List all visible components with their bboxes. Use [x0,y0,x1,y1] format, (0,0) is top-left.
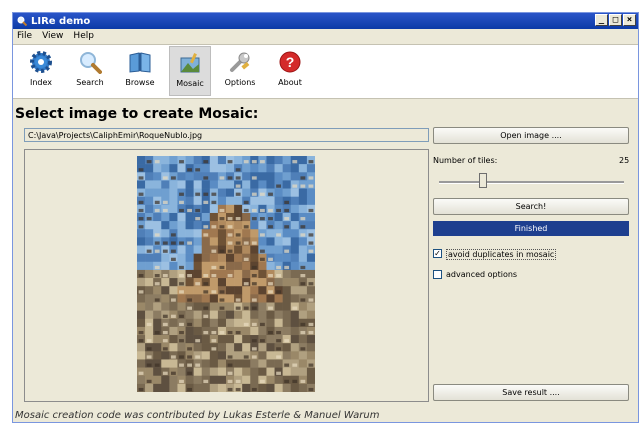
mosaic-image [137,156,315,392]
save-result-button[interactable]: Save result .... [433,384,629,401]
menu-file[interactable]: File [17,31,32,41]
progress-bar: Finished [433,221,629,236]
toolbar-browse-label: Browse [125,78,155,87]
avoid-duplicates-label[interactable]: avoid duplicates in mosaic [446,249,557,260]
image-path-field[interactable]: C:\Java\Projects\CaliphEmir\RoqueNublo.j… [24,128,429,142]
tiles-slider-track[interactable] [439,181,624,184]
gear-icon [30,51,52,73]
toolbar-mosaic-label: Mosaic [176,79,204,88]
menu-help[interactable]: Help [73,31,94,41]
tiles-label: Number of tiles: [433,156,498,165]
toolbar-options-label: Options [224,78,256,87]
help-icon: ? [279,51,301,73]
toolbar: Index Search Browse Mosaic Options ? Abo… [13,44,638,99]
mosaic-icon [180,53,200,73]
toolbar-about-button[interactable]: ? About [269,46,311,96]
toolbar-search-button[interactable]: Search [69,46,111,96]
minimize-button[interactable]: _ [595,14,608,26]
wrench-icon [230,52,250,72]
avoid-duplicates-checkbox[interactable]: ✓ [433,249,442,258]
svg-text:?: ? [286,54,295,70]
image-preview-panel [24,149,429,402]
window-title: LIRe demo [31,15,91,27]
toolbar-index-button[interactable]: Index [20,46,62,96]
advanced-options-label[interactable]: advanced options [446,270,517,279]
menu-view[interactable]: View [42,31,63,41]
tiles-slider-thumb[interactable] [479,173,487,188]
app-window: LIRe demo _ □ × File View Help Index Sea… [12,12,639,423]
toolbar-mosaic-button[interactable]: Mosaic [169,46,211,96]
book-icon [129,52,151,73]
toolbar-index-label: Index [29,78,53,87]
menu-bar: File View Help [13,29,638,43]
toolbar-about-label: About [278,78,302,87]
close-button[interactable]: × [623,14,636,26]
advanced-options-checkbox[interactable] [433,270,442,279]
maximize-button[interactable]: □ [609,14,622,26]
title-bar[interactable]: LIRe demo _ □ × [13,13,638,29]
toolbar-browse-button[interactable]: Browse [119,46,161,96]
toolbar-search-label: Search [76,78,104,87]
tiles-value: 25 [619,156,630,165]
toolbar-options-button[interactable]: Options [219,46,261,96]
search-button[interactable]: Search! [433,198,629,215]
page-title: Select image to create Mosaic: [15,106,259,122]
app-magnifier-icon [17,16,27,26]
open-image-button[interactable]: Open image .... [433,127,629,144]
magnifier-icon [80,52,102,74]
credits-text: Mosaic creation code was contributed by … [15,410,380,421]
